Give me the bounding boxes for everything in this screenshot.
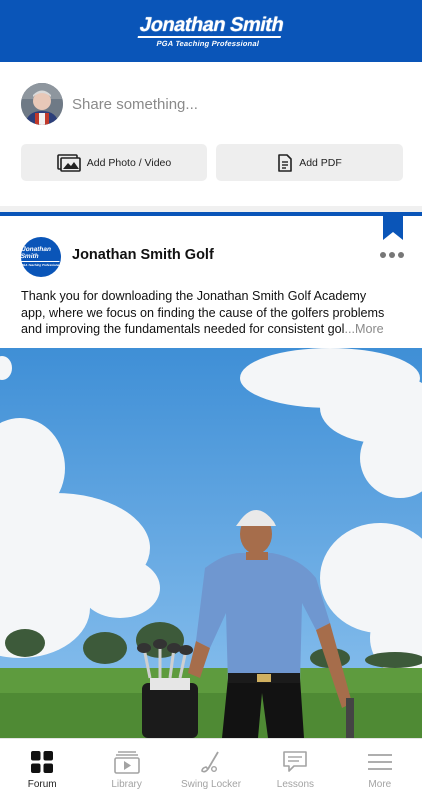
menu-icon <box>367 749 393 775</box>
tab-swing-locker[interactable]: Swing Locker <box>169 739 253 800</box>
add-pdf-label: Add PDF <box>299 156 342 169</box>
chat-bubble-icon <box>282 749 308 775</box>
app-header: Jonathan Smith PGA Teaching Professional <box>0 0 422 62</box>
bookmark-icon <box>383 212 403 240</box>
add-pdf-button[interactable]: Add PDF <box>216 144 403 181</box>
tab-label: Library <box>111 779 142 790</box>
post-text-line-content: and improving the fundamentals needed fo… <box>21 322 345 336</box>
share-input[interactable] <box>72 92 392 116</box>
tab-label: More <box>368 779 392 790</box>
video-library-icon <box>113 749 140 775</box>
post-author-avatar[interactable]: Jonathan Smith PGA Teaching Professional <box>19 237 63 277</box>
post-photo[interactable] <box>0 348 422 738</box>
bottom-tab-bar: Forum Library Swing Locker Lessons More <box>0 738 422 800</box>
tab-forum[interactable]: Forum <box>0 739 84 800</box>
post-text-line: app, where we focus on finding the cause… <box>21 305 385 320</box>
post-text: Thank you for downloading the Jonathan S… <box>21 288 403 338</box>
golf-club-icon <box>198 749 224 775</box>
tab-label: Forum <box>27 779 57 790</box>
post-avatar-logo-text: Jonathan Smith <box>19 246 63 262</box>
post-text-line: and improving the fundamentals needed fo… <box>21 321 403 338</box>
pinned-post-rule <box>0 212 422 216</box>
grid-icon <box>29 749 55 775</box>
tab-lessons[interactable]: Lessons <box>253 739 337 800</box>
tab-label: Lessons <box>276 779 315 790</box>
user-avatar-image <box>21 83 63 125</box>
document-icon <box>277 153 293 172</box>
image-icon <box>56 153 81 172</box>
user-avatar[interactable] <box>21 83 63 125</box>
tab-more[interactable]: More <box>338 739 422 800</box>
add-photo-video-button[interactable]: Add Photo / Video <box>21 144 207 181</box>
golfer-photo <box>0 348 422 738</box>
post-text-line: Thank you for downloading the Jonathan S… <box>21 289 367 303</box>
post-author-name[interactable]: Jonathan Smith Golf <box>72 247 214 263</box>
post-composer: Add Photo / Video Add PDF <box>0 62 422 206</box>
app-logo: Jonathan Smith PGA Teaching Professional <box>136 13 287 48</box>
post-avatar-logo-subtext: PGA Teaching Professional <box>21 262 61 267</box>
logo-sub-text: PGA Teaching Professional <box>156 38 261 48</box>
more-link[interactable]: ...More <box>344 322 383 336</box>
logo-main-text: Jonathan Smith <box>138 13 287 38</box>
add-photo-video-label: Add Photo / Video <box>86 156 172 169</box>
tab-library[interactable]: Library <box>84 739 168 800</box>
more-options-icon[interactable] <box>380 251 404 259</box>
tab-label: Swing Locker <box>181 779 242 790</box>
